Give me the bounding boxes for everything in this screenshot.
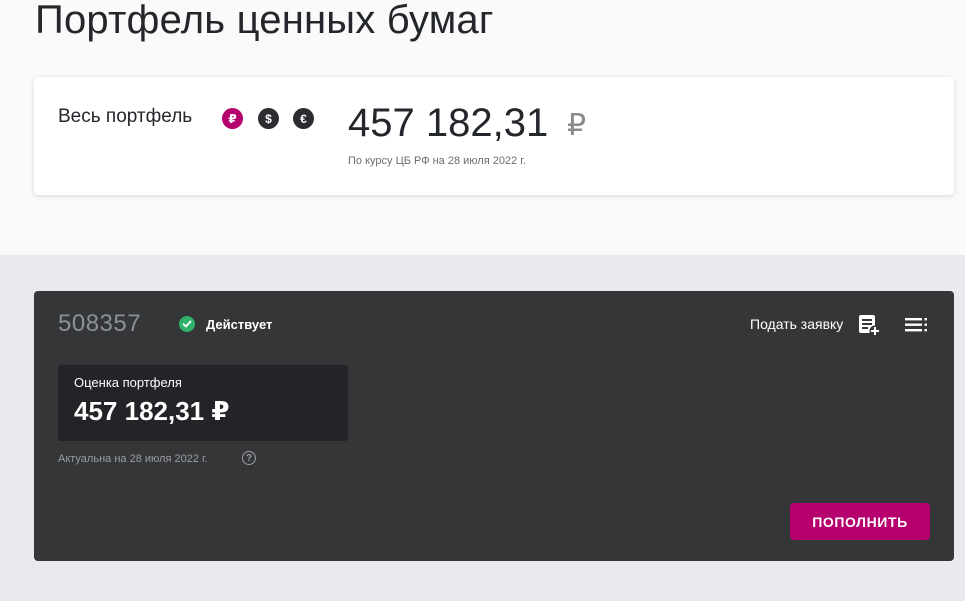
summary-label: Весь портфель xyxy=(58,106,193,127)
check-circle-icon xyxy=(179,316,195,332)
top-up-button[interactable]: ПОПОЛНИТЬ xyxy=(790,503,930,540)
ruble-icon[interactable]: ₽ xyxy=(222,108,243,129)
valuation-label: Оценка портфеля xyxy=(74,375,182,390)
submit-request-link[interactable]: Подать заявку xyxy=(750,316,843,332)
total-currency-sign: ₽ xyxy=(567,109,587,142)
menu-icon[interactable] xyxy=(905,318,929,332)
portfolio-valuation-box: Оценка портфеля 457 182,31 ₽ xyxy=(58,365,348,441)
valuation-value: 457 182,31 ₽ xyxy=(74,396,230,426)
dollar-icon[interactable]: $ xyxy=(258,108,279,129)
euro-icon[interactable]: € xyxy=(293,108,314,129)
top-section: Портфель ценных бумаг Весь портфель ₽ $ … xyxy=(0,0,965,255)
total-portfolio-value: 457 182,31 xyxy=(348,101,549,145)
page-title: Портфель ценных бумаг xyxy=(35,0,494,42)
account-card: 508357 Действует Подать заявку Оценка по… xyxy=(34,291,954,561)
account-status: Действует xyxy=(206,317,273,332)
account-number: 508357 xyxy=(58,310,142,337)
exchange-rate-note: По курсу ЦБ РФ на 28 июля 2022 г. xyxy=(348,155,526,167)
valuation-date-note: Актуальна на 28 июля 2022 г. xyxy=(58,453,208,465)
help-icon[interactable]: ? xyxy=(242,451,256,465)
add-document-icon[interactable] xyxy=(857,313,881,337)
portfolio-summary-card: Весь портфель ₽ $ € 457 182,31 ₽ По курс… xyxy=(34,77,954,195)
